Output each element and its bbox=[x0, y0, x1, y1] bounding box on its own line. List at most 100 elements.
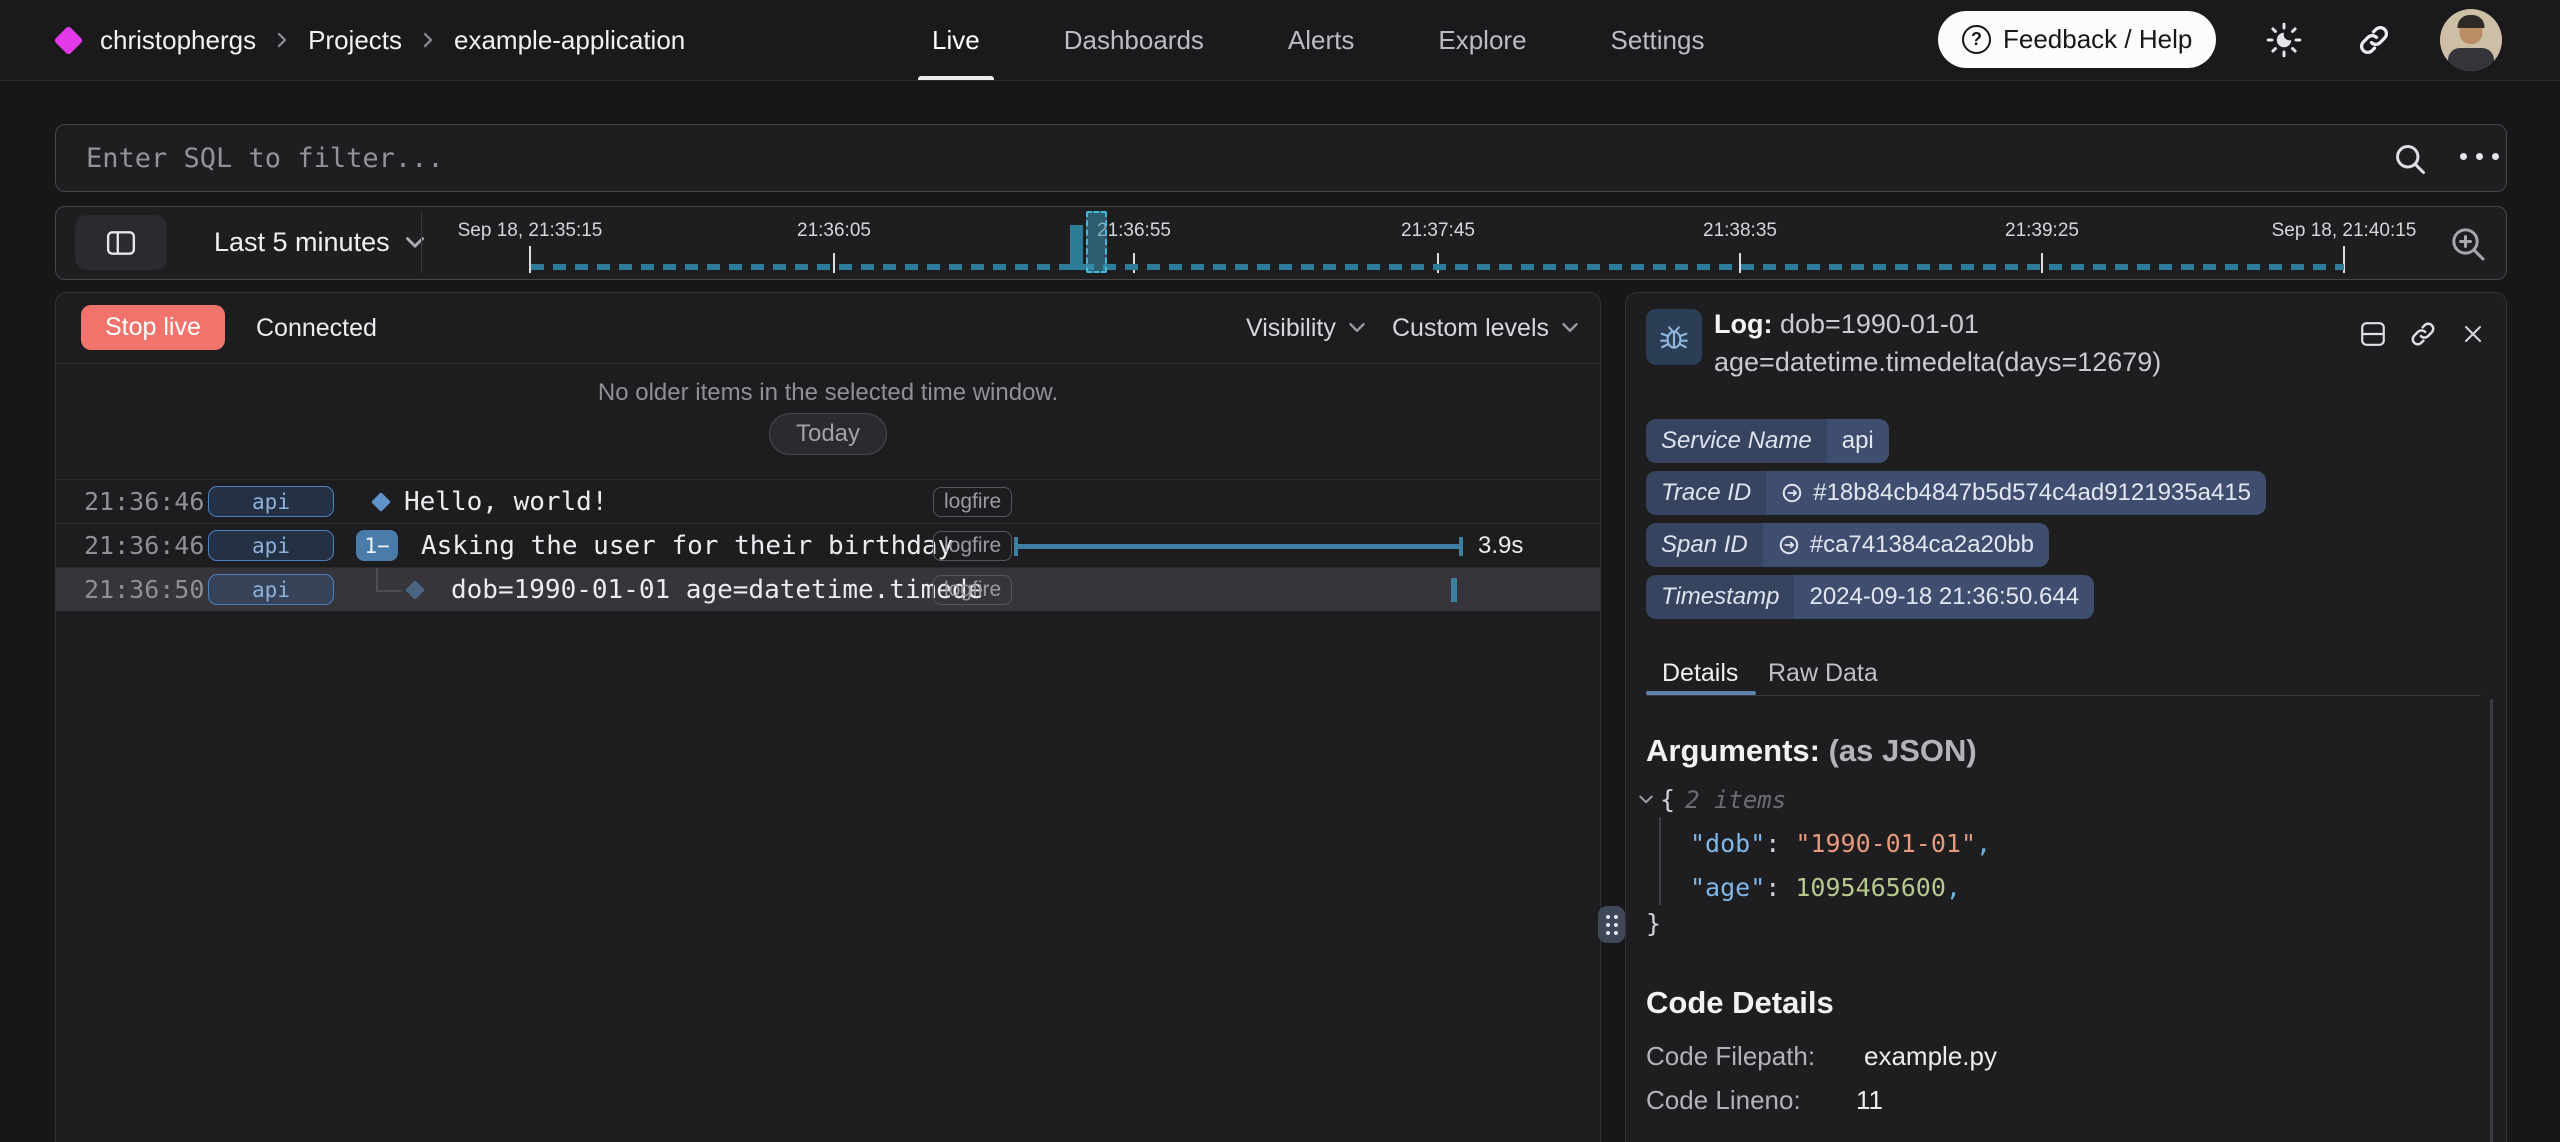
timeline-tick-label: 21:36:05 bbox=[797, 220, 871, 242]
timeline-tick-label: Sep 18, 21:35:15 bbox=[458, 220, 603, 242]
timeline-tick-label: 21:38:35 bbox=[1703, 220, 1777, 242]
tab-dashboards[interactable]: Dashboards bbox=[1064, 0, 1204, 80]
tab-raw-data[interactable]: Raw Data bbox=[1768, 659, 1878, 688]
visibility-dropdown[interactable]: Visibility bbox=[1246, 293, 1366, 363]
search-button[interactable] bbox=[2392, 141, 2428, 177]
search-icon bbox=[2392, 141, 2428, 177]
span-id-label: Span ID bbox=[1646, 523, 1763, 567]
chevron-down-icon bbox=[1561, 322, 1579, 334]
link-icon bbox=[1778, 534, 1800, 556]
json-key: "age" bbox=[1690, 873, 1765, 902]
json-entry-age: "age": 1095465600, bbox=[1690, 873, 1961, 902]
chevron-right-icon bbox=[273, 31, 291, 49]
tree-connector bbox=[376, 568, 378, 590]
chevron-right-icon bbox=[419, 31, 437, 49]
code-lineno-value: 11 bbox=[1856, 1085, 1883, 1116]
breadcrumb: christophergs Projects example-applicati… bbox=[100, 0, 685, 80]
arguments-heading: Arguments: (as JSON) bbox=[1646, 733, 1977, 769]
tab-alerts[interactable]: Alerts bbox=[1288, 0, 1354, 80]
logfire-live-view: christophergs Projects example-applicati… bbox=[0, 0, 2560, 1142]
panel-left-icon bbox=[106, 229, 136, 257]
trace-id-pill[interactable]: Trace ID #18b84cb4847b5d574c4ad9121935a4… bbox=[1646, 471, 2266, 515]
live-log-panel: Stop live Connected Visibility Custom le… bbox=[55, 292, 1601, 1142]
share-link-button[interactable] bbox=[2348, 14, 2400, 66]
service-badge[interactable]: api bbox=[208, 574, 334, 605]
log-row[interactable]: 21:36:46 api 1− Asking the user for thei… bbox=[56, 523, 1600, 567]
timeline-tick-label: 21:36:55 bbox=[1097, 220, 1171, 242]
panel-resize-handle[interactable] bbox=[1598, 906, 1625, 943]
sidebar-toggle-button[interactable] bbox=[75, 215, 167, 270]
json-colon: : bbox=[1765, 873, 1795, 902]
timestamp-label: Timestamp bbox=[1646, 575, 1794, 619]
trace-id-label: Trace ID bbox=[1646, 471, 1766, 515]
log-row-selected[interactable]: 21:36:50 api dob=1990-01-01 age=datetime… bbox=[56, 567, 1600, 611]
breadcrumb-org[interactable]: christophergs bbox=[100, 25, 256, 56]
service-badge[interactable]: api bbox=[208, 486, 334, 517]
timeline-tick-mark bbox=[1437, 253, 1439, 273]
logfire-tag[interactable]: logfire bbox=[933, 487, 1012, 517]
tab-explore[interactable]: Explore bbox=[1438, 0, 1526, 80]
copy-link-button[interactable] bbox=[2408, 319, 2438, 349]
more-options-button[interactable] bbox=[2460, 153, 2499, 160]
user-avatar[interactable] bbox=[2440, 9, 2502, 71]
time-range-selector[interactable]: Last 5 minutes bbox=[214, 207, 425, 278]
timeline-activity-baseline bbox=[531, 264, 2344, 270]
nav-tabs: Live Dashboards Alerts Explore Settings bbox=[932, 0, 1704, 80]
custom-levels-label: Custom levels bbox=[1392, 314, 1549, 343]
timeline-zoom-button[interactable] bbox=[2448, 224, 2488, 264]
arguments-heading-suffix: (as JSON) bbox=[1829, 733, 1977, 768]
log-diamond-icon bbox=[405, 580, 425, 600]
code-filepath-label: Code Filepath: bbox=[1646, 1041, 1815, 1072]
open-in-panel-button[interactable] bbox=[2358, 319, 2388, 349]
close-panel-button[interactable] bbox=[2458, 319, 2488, 349]
today-button[interactable]: Today bbox=[769, 413, 887, 455]
timeline-tick-mark bbox=[1739, 253, 1741, 273]
json-close-brace: } bbox=[1646, 909, 1661, 938]
log-row[interactable]: 21:36:46 api Hello, world! logfire bbox=[56, 479, 1600, 523]
log-message: dob=1990-01-01 age=datetime.timede bbox=[451, 568, 983, 612]
tab-settings[interactable]: Settings bbox=[1611, 0, 1705, 80]
active-tab-underline bbox=[1646, 691, 1756, 695]
breadcrumb-project-name[interactable]: example-application bbox=[454, 25, 685, 56]
time-range-label: Last 5 minutes bbox=[214, 227, 390, 258]
detail-title-line1: dob=1990-01-01 bbox=[1780, 309, 1979, 339]
zoom-in-icon bbox=[2448, 224, 2488, 264]
timeline-tick-mark bbox=[1133, 253, 1135, 273]
service-name-value: api bbox=[1827, 419, 1889, 463]
service-name-pill: Service Name api bbox=[1646, 419, 1889, 463]
span-id-pill[interactable]: Span ID #ca741384ca2a20bb bbox=[1646, 523, 2049, 567]
custom-levels-dropdown[interactable]: Custom levels bbox=[1392, 293, 1579, 363]
tree-connector bbox=[376, 590, 402, 592]
sql-filter-bar bbox=[55, 124, 2507, 192]
link-icon bbox=[1781, 482, 1803, 504]
stop-live-button[interactable]: Stop live bbox=[81, 305, 225, 350]
log-time: 21:36:46 bbox=[84, 480, 204, 524]
bug-icon bbox=[1658, 321, 1690, 353]
detail-title: Log: dob=1990-01-01 age=datetime.timedel… bbox=[1714, 305, 2344, 381]
logfire-logo-icon[interactable] bbox=[54, 26, 84, 56]
json-close-line: } bbox=[1646, 909, 1661, 938]
tab-details[interactable]: Details bbox=[1662, 659, 1738, 688]
feedback-help-button[interactable]: ? Feedback / Help bbox=[1938, 11, 2216, 68]
collapse-caret-icon[interactable] bbox=[1638, 794, 1654, 806]
logfire-tag[interactable]: logfire bbox=[933, 531, 1012, 561]
logfire-tag[interactable]: logfire bbox=[933, 575, 1012, 605]
timeline-selected-bucket[interactable] bbox=[1086, 211, 1107, 273]
json-string-value: "1990-01-01" bbox=[1795, 829, 1976, 858]
tab-live[interactable]: Live bbox=[932, 0, 980, 80]
sql-filter-input[interactable] bbox=[84, 125, 2348, 192]
theme-toggle-button[interactable] bbox=[2258, 14, 2310, 66]
question-circle-icon: ? bbox=[1962, 25, 1991, 54]
timestamp-value: 2024-09-18 21:36:50.644 bbox=[1794, 575, 2094, 619]
service-badge[interactable]: api bbox=[208, 530, 334, 561]
timeline-tick-label: 21:39:25 bbox=[2005, 220, 2079, 242]
json-comma: , bbox=[1946, 873, 1961, 902]
arguments-heading-label: Arguments: bbox=[1646, 733, 1820, 768]
divider bbox=[421, 212, 422, 273]
json-indent-guide bbox=[1659, 817, 1661, 905]
timeline-tick-mark bbox=[833, 253, 835, 273]
breadcrumb-projects[interactable]: Projects bbox=[308, 25, 402, 56]
scrollbar[interactable] bbox=[2490, 699, 2493, 1142]
collapse-toggle-badge[interactable]: 1− bbox=[356, 530, 398, 561]
json-items-note: 2 items bbox=[1685, 786, 1786, 814]
